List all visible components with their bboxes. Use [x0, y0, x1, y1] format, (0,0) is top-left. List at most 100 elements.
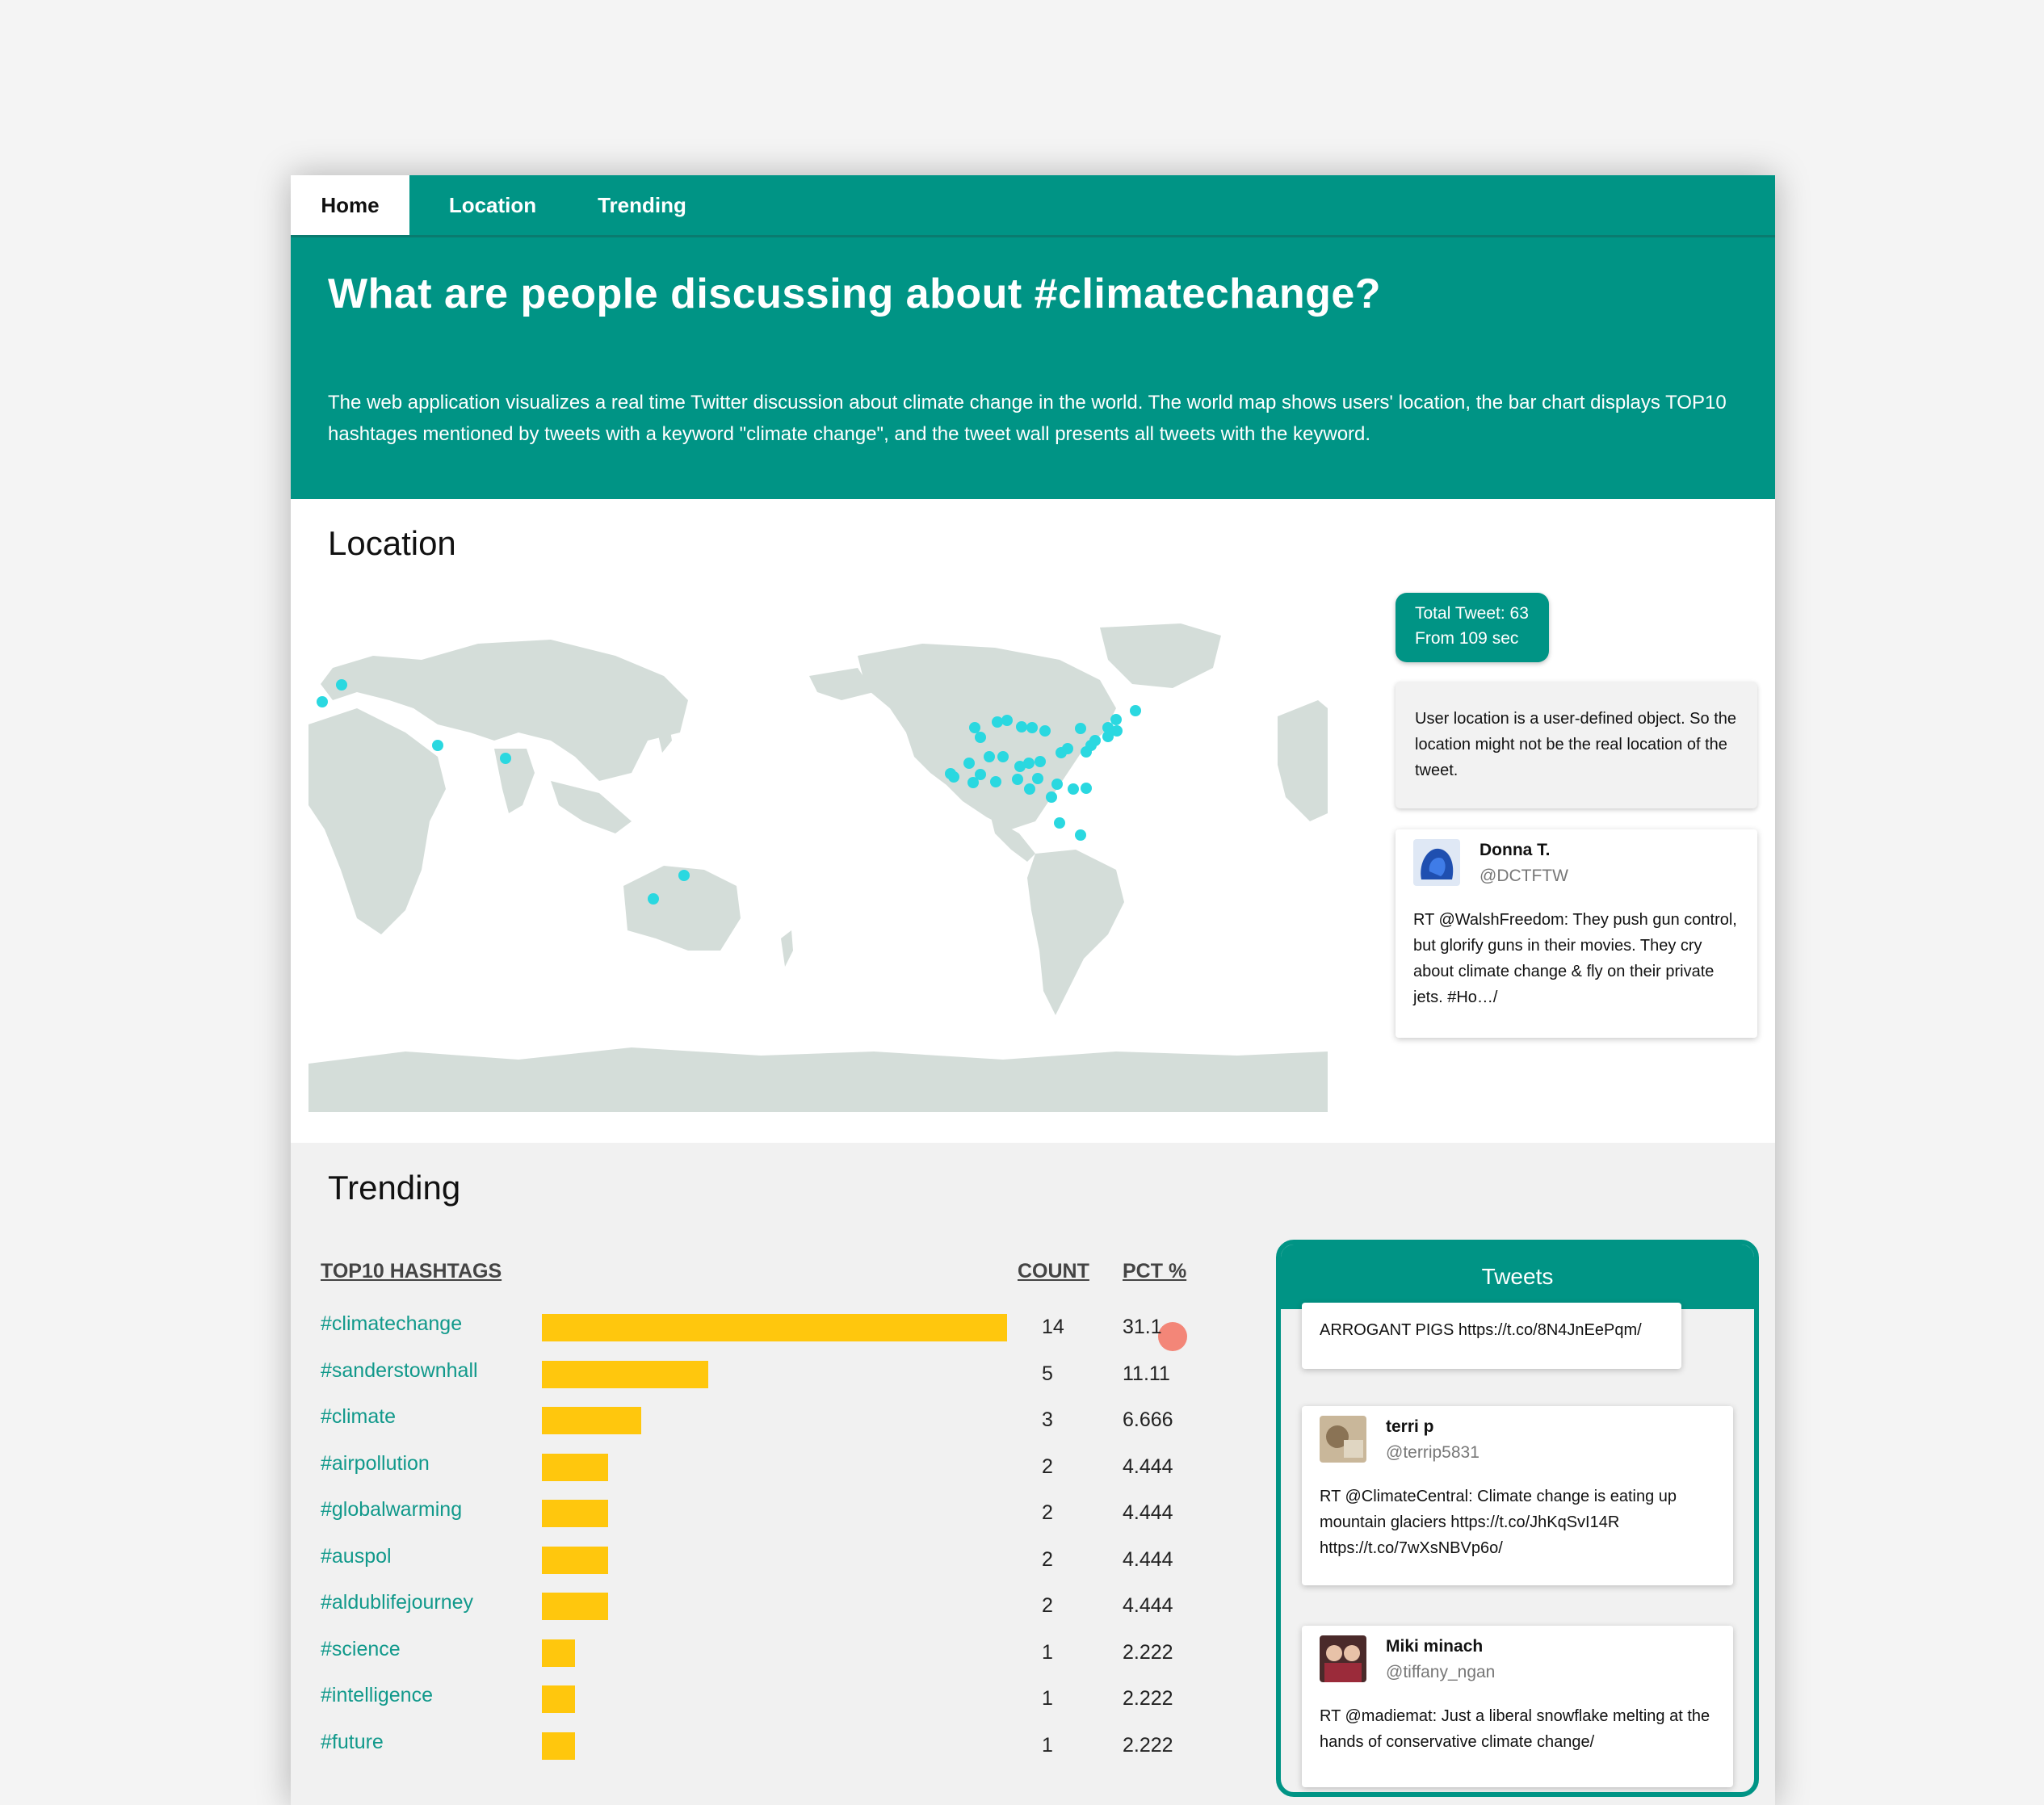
map-greenland	[1100, 623, 1221, 688]
map-new-zealand	[781, 930, 793, 967]
hashtag-percentage: 2.222	[1123, 1733, 1173, 1757]
location-disclaimer: User location is a user-defined object. …	[1396, 682, 1757, 808]
tweet-location-dot	[997, 751, 1009, 762]
tweet-location-dot	[1032, 773, 1043, 784]
count-column-header: COUNT	[1018, 1260, 1089, 1282]
hashtag-bar	[542, 1546, 608, 1574]
top-nav: Home Location Trending	[291, 175, 1775, 237]
hashtag-label[interactable]: #climatechange	[321, 1312, 462, 1336]
hashtag-percentage: 11.11	[1123, 1362, 1170, 1385]
tweet-author-handle: @tiffany_ngan	[1386, 1663, 1496, 1681]
hashtag-count: 14	[1042, 1316, 1064, 1338]
hashtag-percentage: 2.222	[1123, 1640, 1173, 1664]
world-map[interactable]	[308, 611, 1328, 1112]
nav-trending[interactable]: Trending	[569, 175, 715, 235]
tweet-location-dot	[1110, 714, 1122, 725]
tweet-location-dot	[1046, 791, 1057, 803]
hashtag-count: 5	[1042, 1362, 1053, 1385]
hashtag-bar	[542, 1407, 641, 1434]
hashtag-label[interactable]: #future	[321, 1731, 384, 1754]
tweet-author-name: Donna T.	[1479, 841, 1551, 859]
hashtag-bar	[542, 1593, 608, 1620]
hashtag-percentage: 4.444	[1123, 1547, 1173, 1571]
tweet-location-dot	[1026, 722, 1038, 733]
hashtag-percentage: 4.444	[1123, 1454, 1173, 1478]
tweet-location-dot	[1051, 779, 1063, 790]
cursor-indicator	[1158, 1322, 1187, 1351]
hashtag-percentage: 4.444	[1123, 1594, 1173, 1617]
tweet-location-dot	[1035, 756, 1046, 767]
tweet-location-dot	[1068, 783, 1079, 795]
hero-banner: What are people discussing about #climat…	[291, 237, 1775, 499]
hashtag-percentage: 6.666	[1123, 1408, 1173, 1431]
hashtag-label[interactable]: #sanderstownhall	[321, 1359, 478, 1383]
hashtag-label[interactable]: #aldublifejourney	[321, 1591, 473, 1614]
tweets-panel[interactable]: Tweets ARROGANT PIGS https://t.co/8N4JnE…	[1276, 1240, 1759, 1797]
tweet-location-dot	[317, 696, 328, 707]
hashtag-count: 2	[1042, 1594, 1053, 1617]
hashtag-bar	[542, 1453, 608, 1481]
tweet-location-dot	[1054, 817, 1065, 829]
hashtag-count: 2	[1042, 1547, 1053, 1571]
hashtag-count: 1	[1042, 1733, 1053, 1757]
tweet-location-dot	[1014, 761, 1026, 772]
hashtag-bar	[542, 1639, 575, 1667]
tweet-location-dot	[1075, 829, 1086, 841]
tweet-card[interactable]: Miki minach @tiffany_ngan RT @madiemat: …	[1302, 1626, 1733, 1787]
tweet-location-dot	[500, 753, 511, 764]
tweet-location-dot	[1130, 705, 1141, 716]
map-south-america	[1027, 850, 1124, 1015]
nav-home[interactable]: Home	[291, 175, 409, 235]
map-africa	[308, 708, 446, 934]
hashtag-label[interactable]: #globalwarming	[321, 1498, 462, 1522]
map-southeast-asia	[551, 781, 632, 833]
location-tweet-card[interactable]: Donna T. @DCTFTW RT @WalshFreedom: They …	[1396, 829, 1757, 1038]
hashtag-percentage: 31.1	[1123, 1316, 1162, 1338]
hashtag-label[interactable]: #intelligence	[321, 1684, 433, 1707]
hashtag-count: 2	[1042, 1501, 1053, 1524]
tweet-card[interactable]: ARROGANT PIGS https://t.co/8N4JnEePqm/	[1302, 1303, 1681, 1369]
map-north-america	[858, 644, 1116, 829]
tweet-location-dot	[1102, 731, 1114, 742]
tweet-location-dot	[1039, 725, 1051, 737]
tweet-text: RT @madiemat: Just a liberal snowflake m…	[1320, 1707, 1710, 1751]
tweet-author-name: Miki minach	[1386, 1637, 1484, 1656]
hashtag-label[interactable]: #auspol	[321, 1545, 392, 1568]
hashtag-label[interactable]: #climate	[321, 1405, 396, 1429]
tweet-location-dot	[1024, 783, 1035, 795]
elapsed-time: From 109 sec	[1415, 629, 1519, 648]
hashtag-bar	[542, 1314, 1007, 1341]
avatar	[1320, 1635, 1366, 1682]
tweet-author-name: terri p	[1386, 1417, 1434, 1436]
tweet-location-dot	[1012, 774, 1023, 785]
tweets-panel-title: Tweets	[1281, 1245, 1754, 1309]
map-antarctica	[308, 1047, 1328, 1112]
hashtag-percentage: 2.222	[1123, 1687, 1173, 1710]
trending-section-title: Trending	[328, 1169, 461, 1207]
hashtag-count: 1	[1042, 1640, 1053, 1664]
total-tweet-count: Total Tweet: 63	[1415, 604, 1529, 623]
tweet-location-dot	[432, 740, 443, 751]
hashtag-bar	[542, 1360, 708, 1388]
tweet-text: ARROGANT PIGS https://t.co/8N4JnEePqm/	[1320, 1321, 1642, 1339]
page-title: What are people discussing about #climat…	[328, 271, 1382, 317]
tweet-location-dot	[1056, 747, 1067, 758]
tweet-author-handle: @terrip5831	[1386, 1443, 1479, 1462]
hashtag-label[interactable]: #airpollution	[321, 1452, 430, 1475]
tweet-card[interactable]: terri p @terrip5831 RT @ClimateCentral: …	[1302, 1406, 1733, 1585]
tweet-location-dot	[678, 870, 690, 881]
hashtag-count: 2	[1042, 1454, 1053, 1478]
hashtag-label[interactable]: #science	[321, 1638, 401, 1661]
hashtag-bar	[542, 1732, 575, 1760]
location-section-title: Location	[328, 524, 456, 562]
tweet-text: RT @WalshFreedom: They push gun control,…	[1413, 911, 1737, 1006]
hashtag-count: 3	[1042, 1408, 1053, 1431]
tweet-location-dot	[984, 751, 995, 762]
tweet-location-dot	[990, 776, 1001, 787]
tweet-location-dot	[1001, 715, 1013, 726]
tweet-author-handle: @DCTFTW	[1479, 867, 1568, 885]
hashtag-bar	[542, 1500, 608, 1527]
avatar	[1320, 1416, 1366, 1463]
nav-location[interactable]: Location	[428, 175, 557, 235]
tweet-location-dot	[648, 893, 659, 905]
